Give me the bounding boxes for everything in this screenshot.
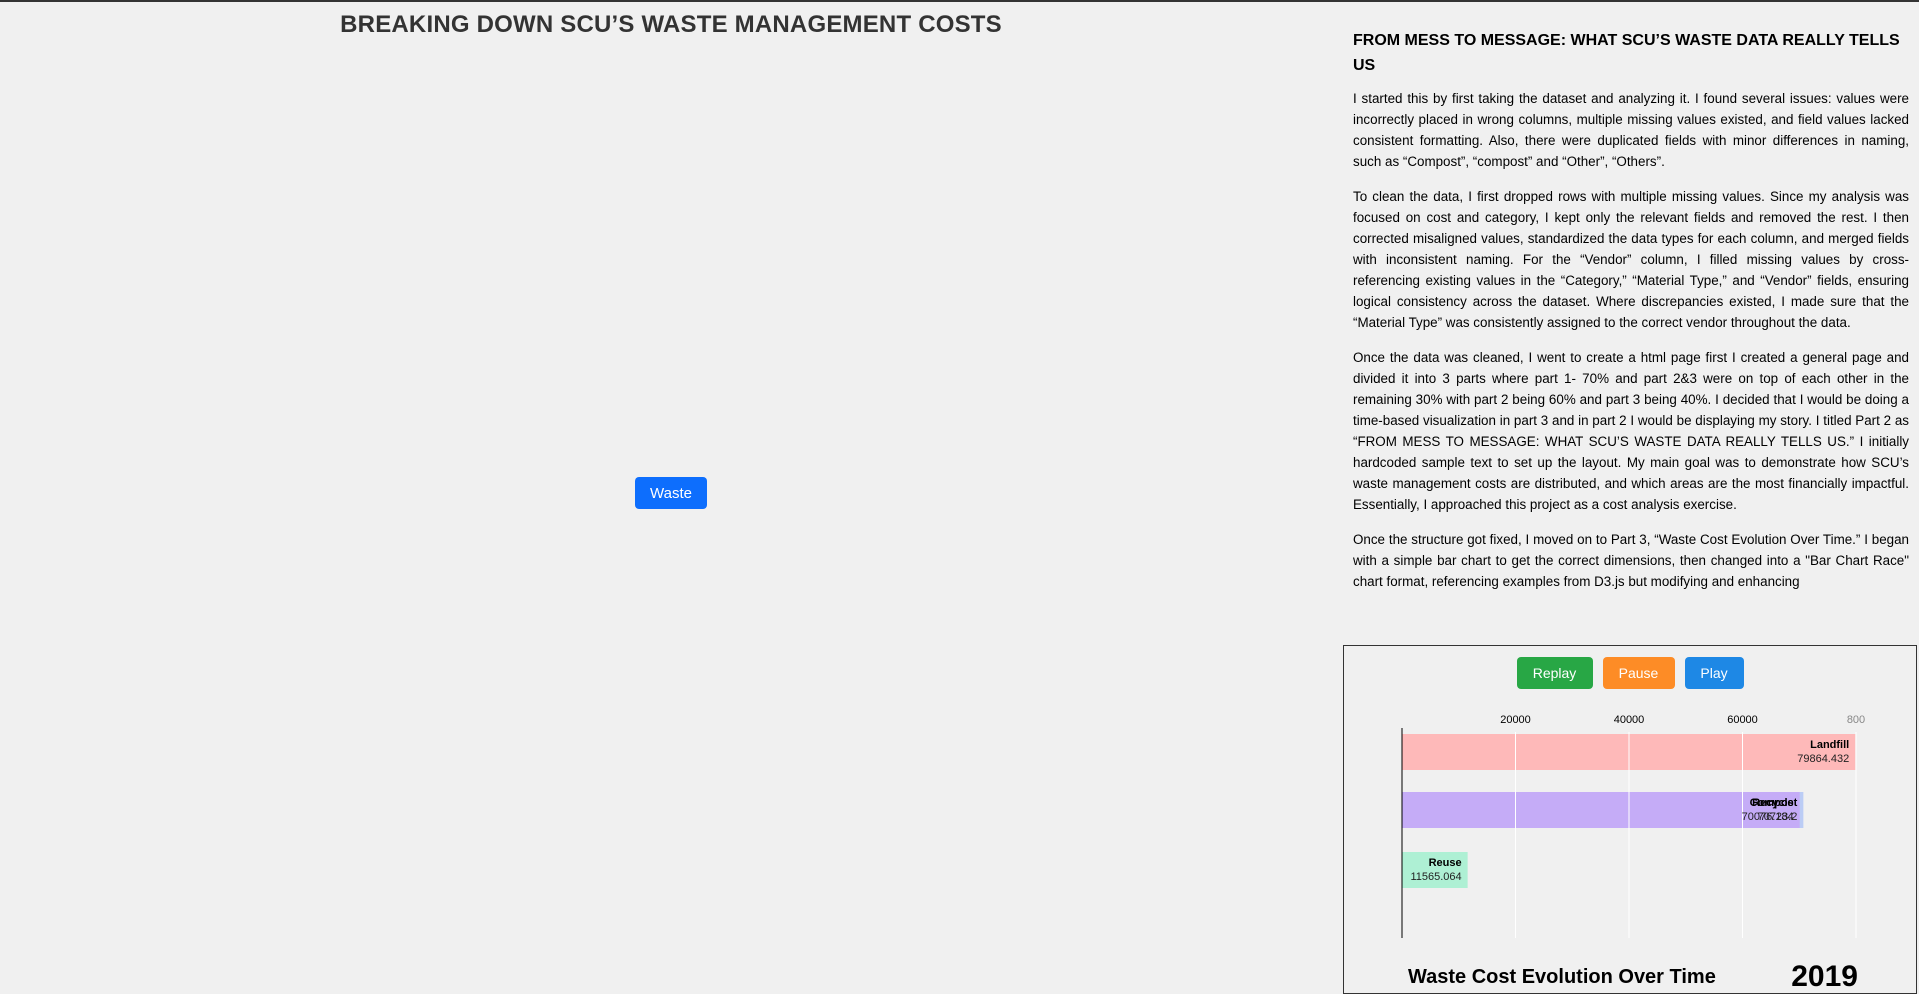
bar-chart-race-panel: Replay Pause Play 20000 40000 60000 800 Land… (1343, 645, 1917, 994)
story-paragraph: I started this by first taking the datas… (1353, 91, 1909, 169)
value-label-recycle: 70076.184 (1742, 811, 1794, 823)
page: BREAKING DOWN SCU’S WASTE MANAGEMENT COS… (0, 0, 1919, 994)
bar-chart-race: 20000 40000 60000 800Landfill79864.432Compo… (1401, 714, 1865, 938)
year-label: 2019 (1791, 960, 1858, 993)
x-tick-label: 20000 (1500, 714, 1531, 726)
bar-label-reuse: Reuse (1429, 857, 1462, 869)
waste-button[interactable]: Waste (635, 477, 707, 509)
story-title: FROM MESS TO MESSAGE: WHAT SCU’S WASTE D… (1353, 32, 1900, 74)
play-button[interactable]: Play (1684, 657, 1744, 689)
bar-label-landfill: Landfill (1810, 739, 1849, 751)
pause-button[interactable]: Pause (1602, 657, 1675, 689)
story-paragraph: Once the data was cleaned, I went to cre… (1353, 350, 1909, 512)
x-tick-label: 800 (1847, 714, 1865, 726)
replay-button[interactable]: Replay (1516, 657, 1593, 689)
playback-controls: Replay Pause Play (1344, 657, 1916, 689)
bar-label-recycle: Recycle (1752, 797, 1794, 809)
bar-recycle (1402, 792, 1800, 828)
page-title: BREAKING DOWN SCU’S WASTE MANAGEMENT COS… (340, 11, 1002, 38)
waste-visual-pane: BREAKING DOWN SCU’S WASTE MANAGEMENT COS… (0, 2, 1342, 994)
x-tick-label: 60000 (1727, 714, 1758, 726)
chart-title: Waste Cost Evolution Over Time (1408, 966, 1716, 988)
value-label-reuse: 11565.064 (1410, 871, 1461, 883)
story-paragraph: Once the structure got fixed, I moved on… (1353, 532, 1909, 589)
value-label-landfill: 79864.432 (1797, 753, 1849, 765)
story-paragraph: To clean the data, I first dropped rows … (1353, 189, 1909, 330)
story-panel: FROM MESS TO MESSAGE: WHAT SCU’S WASTE D… (1353, 28, 1909, 646)
x-tick-label: 40000 (1614, 714, 1645, 726)
